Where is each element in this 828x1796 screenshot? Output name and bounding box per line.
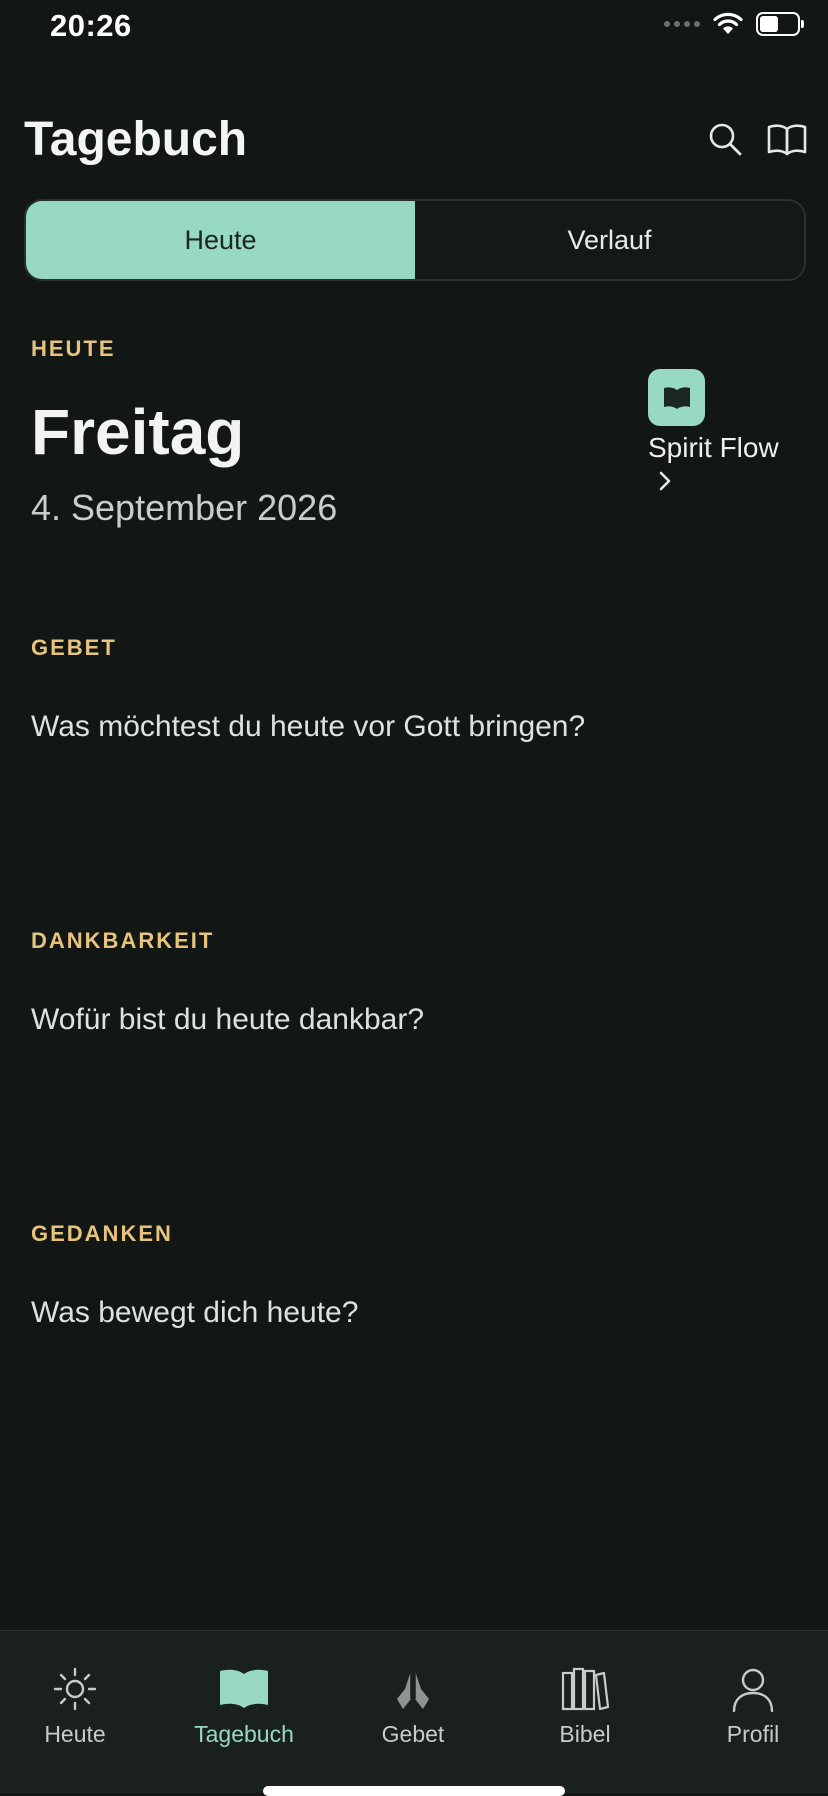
search-icon[interactable] [704,118,746,160]
sun-icon [0,1663,150,1715]
segment-heute[interactable]: Heute [26,201,415,279]
prompt-gedanken[interactable]: Was bewegt dich heute? [31,1296,358,1330]
battery-icon [756,12,804,36]
book-icon [169,1663,319,1715]
book-open-icon[interactable] [766,118,808,160]
page-title: Tagebuch [24,113,248,166]
tab-tagebuch[interactable]: Tagebuch [169,1663,319,1748]
wifi-icon [713,12,743,34]
header-actions [704,118,808,160]
tab-gebet[interactable]: Gebet [338,1663,488,1748]
segment-verlauf[interactable]: Verlauf [415,201,804,279]
prompt-dankbarkeit[interactable]: Wofür bist du heute dankbar? [31,1003,424,1037]
spirit-flow-button[interactable]: Spirit Flow [648,369,818,497]
status-time: 20:26 [50,8,132,43]
section-label-gebet: GEBET [31,635,117,660]
status-bar: 20:26 [0,0,828,56]
tab-profil[interactable]: Profil [678,1663,828,1748]
section-label-gedanken: GEDANKEN [31,1221,173,1246]
tab-bar: Heute Tagebuch Gebet Bibel Profil [0,1630,828,1793]
chevron-right-icon [659,471,671,491]
spirit-flow-label: Spirit Flow [648,432,779,463]
tab-tagebuch-label: Tagebuch [194,1721,294,1747]
tab-profil-label: Profil [726,1721,780,1747]
book-icon [648,369,705,426]
tab-bibel[interactable]: Bibel [510,1663,660,1748]
tab-gebet-label: Gebet [381,1721,445,1747]
prompt-gebet[interactable]: Was möchtest du heute vor Gott bringen? [31,710,585,744]
tab-heute[interactable]: Heute [0,1663,150,1748]
section-label-heute: HEUTE [31,336,116,361]
day-name: Freitag [31,396,245,468]
praying-hands-icon [338,1663,488,1715]
day-date: 4. September 2026 [31,487,338,528]
status-indicators [664,12,804,36]
books-icon [510,1663,660,1715]
person-icon [678,1663,828,1715]
section-label-dankbarkeit: DANKBARKEIT [31,928,215,953]
segmented-control: Heute Verlauf [24,199,806,281]
signal-icon [664,21,700,27]
home-indicator [263,1786,565,1796]
tab-heute-label: Heute [44,1721,106,1747]
tab-bibel-label: Bibel [559,1721,611,1747]
